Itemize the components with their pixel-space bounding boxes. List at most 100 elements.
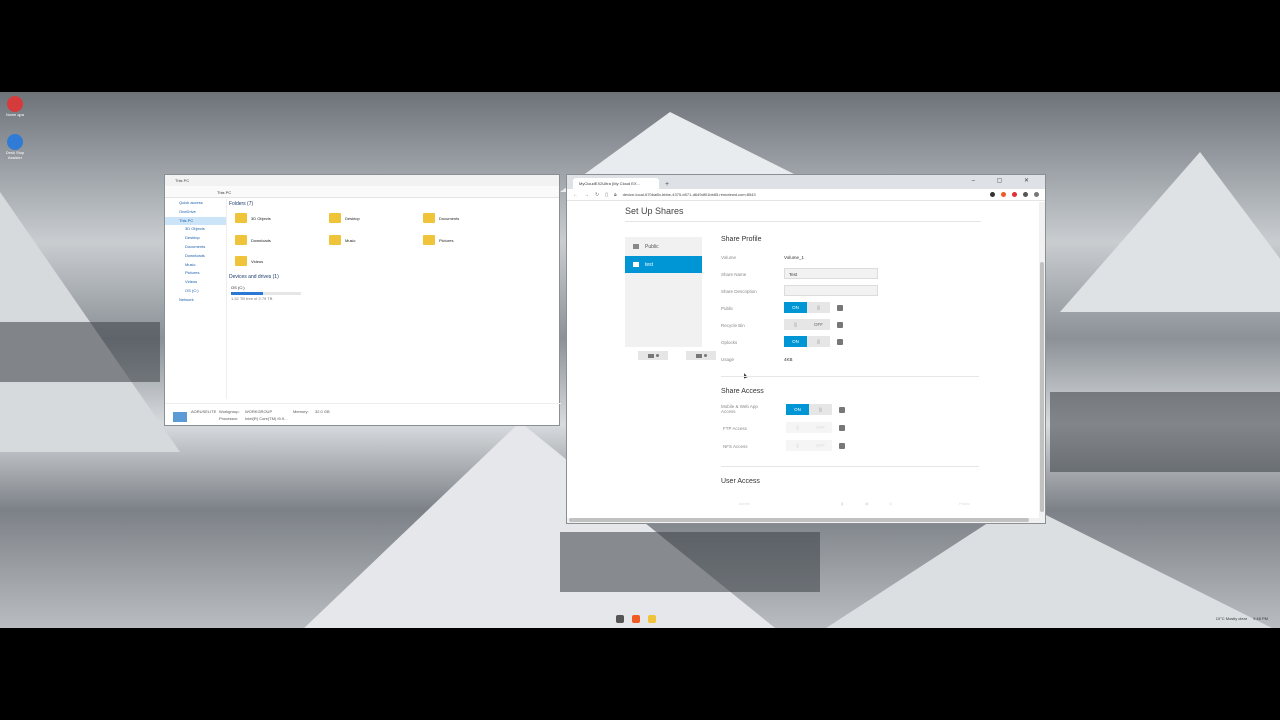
system-tray: 10°C Mostly clear 9:48 PM — [1216, 616, 1268, 621]
back-icon[interactable]: ← — [573, 192, 578, 198]
folder-label: Music — [345, 237, 356, 243]
nav-desktop[interactable]: Desktop — [165, 234, 226, 243]
explorer-titlebar[interactable]: This PC — [165, 175, 559, 186]
user-access-row[interactable]: admin ▮ ◉ ⊘ Public — [721, 498, 979, 510]
share-item-test[interactable]: test — [625, 256, 702, 273]
folder-pictures[interactable]: Pictures — [423, 235, 453, 245]
reload-icon[interactable]: ↻ — [595, 192, 599, 198]
new-tab-button[interactable]: + — [659, 181, 675, 189]
deny-icon[interactable]: ⊘ — [889, 501, 892, 506]
user-permission: Public — [959, 501, 970, 506]
divider — [721, 466, 979, 467]
share-description-input[interactable] — [784, 285, 878, 296]
folder-icon — [329, 213, 341, 223]
folder-videos[interactable]: Videos — [235, 256, 263, 266]
folder-label: 3D Objects — [251, 215, 271, 221]
brave-shield-icon[interactable] — [1001, 192, 1006, 197]
share-label: Public — [645, 243, 659, 250]
nav-music[interactable]: Music — [165, 261, 226, 270]
drive-os-c[interactable]: OS (C:) 1.52 TB free of 2.79 TB — [231, 285, 301, 301]
divider — [625, 221, 981, 222]
lock-icon: 🔒︎ — [613, 191, 617, 198]
nav-videos[interactable]: Videos — [165, 278, 226, 287]
oplocks-toggle[interactable]: ON ||| — [784, 336, 830, 347]
user-access-title: User Access — [721, 478, 760, 485]
folder-downloads[interactable]: Downloads — [235, 235, 271, 245]
share-name-input[interactable]: Test — [784, 268, 878, 279]
drive-usage-bar — [231, 292, 301, 295]
window-controls[interactable]: – ▢ ✕ — [972, 177, 1039, 184]
mobile-web-access-toggle[interactable]: ON ||| — [786, 404, 832, 415]
recycle-bin-toggle[interactable]: ||| OFF — [784, 319, 830, 330]
folders-section-header[interactable]: Folders (7) — [229, 201, 559, 210]
folder-icon — [423, 213, 435, 223]
app-icon — [7, 96, 23, 112]
bookmark-icon[interactable]: ▯ — [605, 192, 608, 198]
public-label: Public — [721, 306, 734, 311]
info-icon[interactable] — [839, 407, 845, 413]
brave-icon[interactable] — [632, 615, 640, 623]
folder-icon — [235, 256, 247, 266]
nav-network[interactable]: Network — [165, 296, 226, 305]
nfs-access-toggle[interactable]: ||| OFF — [786, 440, 832, 451]
devices-section-header[interactable]: Devices and drives (1) — [229, 274, 279, 283]
scrollbar-thumb[interactable] — [569, 518, 1029, 522]
folder-desktop[interactable]: Desktop — [329, 213, 360, 223]
nav-documents[interactable]: Documents — [165, 243, 226, 252]
folder-documents[interactable]: Documents — [423, 213, 459, 223]
nav-3d-objects[interactable]: 3D Objects — [165, 225, 226, 234]
share-item-public[interactable]: Public — [625, 238, 702, 255]
nav-onedrive[interactable]: OneDrive — [165, 208, 226, 217]
extensions-icon[interactable] — [1023, 192, 1028, 197]
add-share-button[interactable] — [638, 351, 668, 360]
nav-os-drive[interactable]: OS (C:) — [165, 287, 226, 296]
rewards-icon[interactable] — [1012, 192, 1017, 197]
weather-widget[interactable]: 10°C Mostly clear — [1216, 616, 1247, 621]
nav-pictures[interactable]: Pictures — [165, 269, 226, 278]
share-list: Public test — [625, 237, 702, 347]
folder-label: Videos — [251, 258, 264, 264]
horizontal-scrollbar[interactable] — [567, 518, 1045, 523]
url-bar[interactable]: device-local-670ba6b-bbbe-4375-b571-d649… — [623, 192, 756, 197]
info-icon[interactable] — [839, 425, 845, 431]
public-toggle[interactable]: ON ||| — [784, 302, 830, 313]
letterbox-bottom — [0, 628, 1280, 720]
browser-tab[interactable]: MyCloudEX2Ultra (My Cloud EX... — [573, 178, 659, 189]
file-explorer-icon[interactable] — [648, 615, 656, 623]
drive-usage-fill — [231, 292, 264, 295]
vertical-scrollbar[interactable] — [1039, 202, 1045, 520]
nav-quick-access[interactable]: Quick access — [165, 199, 226, 208]
desktop-shortcut[interactable]: Nowe ąpa — [4, 96, 26, 117]
drive-free-space: 1.52 TB free of 2.79 TB — [231, 296, 273, 301]
clock[interactable]: 9:48 PM — [1253, 616, 1268, 621]
usage-value: 4KB — [784, 357, 793, 362]
toggle-on-label: ON — [784, 302, 807, 313]
key-icon[interactable] — [990, 192, 995, 197]
ftp-access-toggle[interactable]: ||| OFF — [786, 422, 832, 433]
read-write-icon[interactable]: ▮ — [841, 501, 843, 506]
taskbar-pinned-apps — [616, 615, 656, 623]
desktop-shortcut[interactable]: Desk Stop Assister — [4, 134, 26, 160]
toggle-grip: ||| — [809, 404, 832, 415]
info-icon[interactable] — [837, 305, 843, 311]
toggle-grip: ||| — [786, 422, 809, 433]
search-icon[interactable] — [616, 615, 624, 623]
explorer-address-bar[interactable]: This PC — [165, 186, 559, 198]
nav-downloads[interactable]: Downloads — [165, 252, 226, 261]
letterbox-top — [0, 0, 1280, 92]
folder-music[interactable]: Music — [329, 235, 355, 245]
menu-icon[interactable] — [1034, 192, 1039, 197]
remove-share-button[interactable] — [686, 351, 716, 360]
info-icon[interactable] — [837, 339, 843, 345]
toggle-grip: ||| — [786, 440, 809, 451]
read-only-icon[interactable]: ◉ — [865, 501, 869, 506]
folder-remove-icon — [695, 353, 702, 358]
forward-icon[interactable]: → — [584, 192, 589, 198]
folder-label: Desktop — [345, 215, 360, 221]
nav-this-pc[interactable]: This PC — [165, 216, 226, 226]
browser-window: MyCloudEX2Ultra (My Cloud EX... + – ▢ ✕ … — [566, 174, 1046, 524]
scrollbar-thumb[interactable] — [1040, 262, 1044, 512]
info-icon[interactable] — [837, 322, 843, 328]
info-icon[interactable] — [839, 443, 845, 449]
folder-3d-objects[interactable]: 3D Objects — [235, 213, 271, 223]
